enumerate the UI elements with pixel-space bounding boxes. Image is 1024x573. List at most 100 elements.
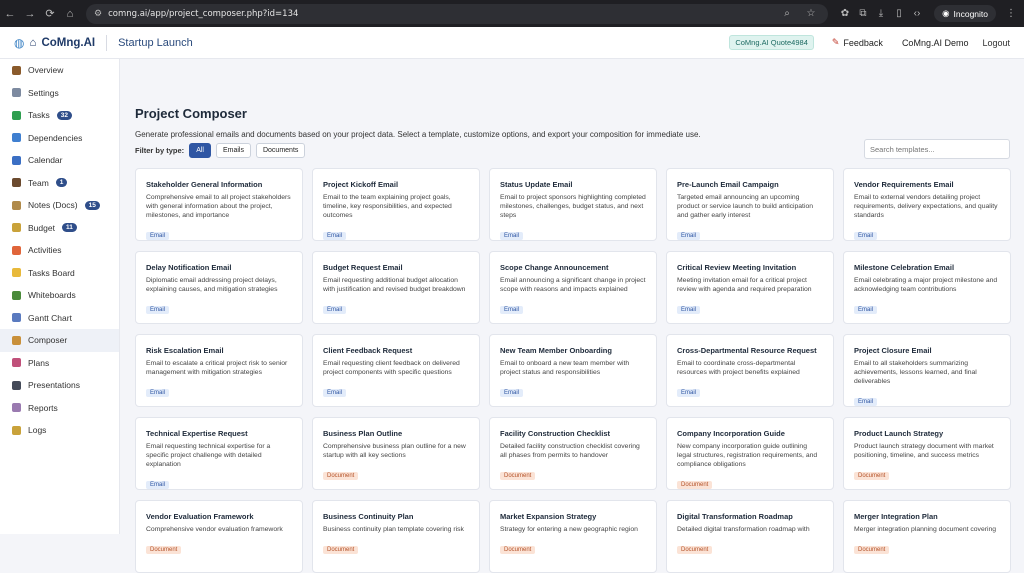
- back-icon[interactable]: ←: [0, 8, 20, 20]
- card-title: Milestone Celebration Email: [854, 263, 955, 272]
- count-badge: 32: [56, 110, 72, 120]
- reports-icon: [12, 403, 21, 413]
- fire-icon: [12, 245, 21, 255]
- sidebar-item-activities[interactable]: Activities: [0, 239, 119, 262]
- sidebar-item-calendar[interactable]: Calendar: [0, 149, 119, 172]
- zoom-icon[interactable]: ⌕: [778, 8, 796, 19]
- template-card[interactable]: Milestone Celebration Email Email celebra…: [843, 251, 1011, 324]
- sidebar-item-label: Settings: [28, 87, 59, 98]
- project-name[interactable]: Startup Launch: [118, 37, 193, 49]
- sidebar-item-budget[interactable]: Budget 11: [0, 217, 119, 240]
- template-card[interactable]: Business Continuity Plan Business continu…: [312, 500, 480, 573]
- template-card[interactable]: Merger Integration Plan Merger integratio…: [843, 500, 1011, 573]
- card-title: Risk Escalation Email: [146, 346, 224, 355]
- sidebar-item-reports[interactable]: Reports: [0, 397, 119, 420]
- template-card[interactable]: Status Update Email Email to project spon…: [489, 168, 657, 241]
- page-title: Project Composer: [135, 106, 247, 121]
- card-description: Email requesting additional budget alloc…: [323, 277, 466, 293]
- template-card[interactable]: Pre-Launch Email Campaign Targeted email …: [666, 168, 834, 241]
- template-card[interactable]: Project Kickoff Email Email to the team e…: [312, 168, 480, 241]
- card-title: Digital Transformation Roadmap: [677, 512, 793, 521]
- template-card[interactable]: Delay Notification Email Diplomatic email…: [135, 251, 303, 324]
- template-card[interactable]: Business Plan Outline Comprehensive busin…: [312, 417, 480, 490]
- template-card[interactable]: Vendor Evaluation Framework Comprehensive…: [135, 500, 303, 573]
- card-description: Email to escalate a critical project ris…: [146, 360, 288, 376]
- sidebar-item-team[interactable]: Team 1: [0, 172, 119, 195]
- sidebar-item-dependencies[interactable]: Dependencies: [0, 127, 119, 150]
- template-card[interactable]: Product Launch Strategy Product launch st…: [843, 417, 1011, 490]
- home-icon: ⌂: [29, 36, 37, 49]
- type-badge: Email: [323, 231, 347, 240]
- template-card[interactable]: Client Feedback Request Email requesting …: [312, 334, 480, 407]
- template-card[interactable]: Scope Change Announcement Email announcin…: [489, 251, 657, 324]
- sidebar-item-whiteboards[interactable]: Whiteboards: [0, 284, 119, 307]
- sidebar-item-label: Plans: [28, 357, 50, 368]
- bookmark-star-icon[interactable]: ☆: [802, 8, 820, 19]
- address-bar[interactable]: ⚙ comng.ai/app/project_composer.php?id=1…: [86, 3, 828, 24]
- card-description: Email to project sponsors highlighting c…: [500, 194, 646, 219]
- sidebar-item-composer[interactable]: Composer: [0, 329, 119, 352]
- card-description: Meeting invitation email for a critical …: [677, 277, 812, 293]
- template-card[interactable]: Stakeholder General Information Comprehen…: [135, 168, 303, 241]
- template-card[interactable]: Budget Request Email Email requesting add…: [312, 251, 480, 324]
- card-title: New Team Member Onboarding: [500, 346, 612, 355]
- incognito-badge[interactable]: ◉ Incognito: [934, 5, 996, 22]
- app-logo[interactable]: ◍ ⌂ CoMng.AI: [14, 36, 95, 50]
- logout-link[interactable]: Logout: [982, 38, 1010, 48]
- template-card[interactable]: Digital Transformation Roadmap Detailed d…: [666, 500, 834, 573]
- plans-icon: [12, 358, 21, 368]
- card-description: Email announcing a significant change in…: [500, 277, 646, 293]
- devtools-icon[interactable]: ‹›: [908, 8, 926, 19]
- sidebar-item-tasks[interactable]: Tasks 32: [0, 104, 119, 127]
- sidebar-item-settings[interactable]: Settings: [0, 82, 119, 105]
- card-title: Project Kickoff Email: [323, 180, 399, 189]
- template-card[interactable]: Cross-Departmental Resource Request Email…: [666, 334, 834, 407]
- type-badge: Email: [146, 231, 170, 240]
- template-card[interactable]: Critical Review Meeting Invitation Meetin…: [666, 251, 834, 324]
- sidebar-item-logs[interactable]: Logs: [0, 419, 119, 442]
- template-card[interactable]: Facility Construction Checklist Detailed …: [489, 417, 657, 490]
- quota-badge: CoMng.AI Quote4984: [729, 35, 814, 50]
- reload-icon[interactable]: ⟳: [40, 7, 60, 20]
- menu-dots-icon[interactable]: ⋮: [1002, 8, 1020, 19]
- forward-icon[interactable]: →: [20, 8, 40, 20]
- sidebar-item-plans[interactable]: Plans: [0, 352, 119, 375]
- sidepanel-icon[interactable]: ▯: [890, 8, 908, 19]
- feedback-button[interactable]: ✎ Feedback: [832, 37, 883, 48]
- card-description: New company incorporation guide outlinin…: [677, 443, 818, 468]
- template-card[interactable]: Risk Escalation Email Email to escalate a…: [135, 334, 303, 407]
- template-card[interactable]: Project Closure Email Email to all stakeh…: [843, 334, 1011, 407]
- notes-icon: [12, 200, 21, 210]
- template-card[interactable]: Market Expansion Strategy Strategy for en…: [489, 500, 657, 573]
- sidebar-item-gantt-chart[interactable]: Gantt Chart: [0, 307, 119, 330]
- type-badge: Document: [854, 545, 890, 554]
- site-info-icon[interactable]: ⚙: [94, 8, 102, 19]
- template-card[interactable]: New Team Member Onboarding Email to onboa…: [489, 334, 657, 407]
- sidebar-item-presentations[interactable]: Presentations: [0, 374, 119, 397]
- type-badge: Email: [500, 231, 524, 240]
- template-card[interactable]: Vendor Requirements Email Email to extern…: [843, 168, 1011, 241]
- sidebar-item-notes-docs[interactable]: Notes (Docs) 15: [0, 194, 119, 217]
- extension-puzzle-icon[interactable]: ⧉: [854, 8, 872, 19]
- download-icon[interactable]: ⤓: [872, 8, 890, 19]
- filter-documents-button[interactable]: Documents: [255, 143, 306, 158]
- sidebar-item-overview[interactable]: Overview: [0, 59, 119, 82]
- feedback-label: Feedback: [843, 37, 883, 48]
- filter-emails-button[interactable]: Emails: [215, 143, 251, 158]
- type-badge: Email: [854, 305, 878, 314]
- sidebar-item-label: Activities: [28, 245, 62, 256]
- card-title: Merger Integration Plan: [854, 512, 938, 521]
- filter-all-button[interactable]: All: [189, 143, 211, 158]
- template-card[interactable]: Company Incorporation Guide New company i…: [666, 417, 834, 490]
- home-icon[interactable]: ⌂: [60, 8, 80, 20]
- user-menu[interactable]: CoMng.AI Demo: [902, 38, 969, 48]
- template-card[interactable]: Technical Expertise Request Email request…: [135, 417, 303, 490]
- sidebar-item-tasks-board[interactable]: Tasks Board: [0, 262, 119, 285]
- incognito-icon: ◉: [942, 8, 950, 18]
- search-templates-input[interactable]: [864, 139, 1010, 159]
- extension-icon[interactable]: ✿: [836, 8, 854, 19]
- type-badge: Document: [323, 471, 359, 480]
- type-badge: Email: [677, 388, 701, 397]
- sidebar-item-label: Calendar: [28, 155, 63, 166]
- filter-label: Filter by type:: [135, 146, 185, 155]
